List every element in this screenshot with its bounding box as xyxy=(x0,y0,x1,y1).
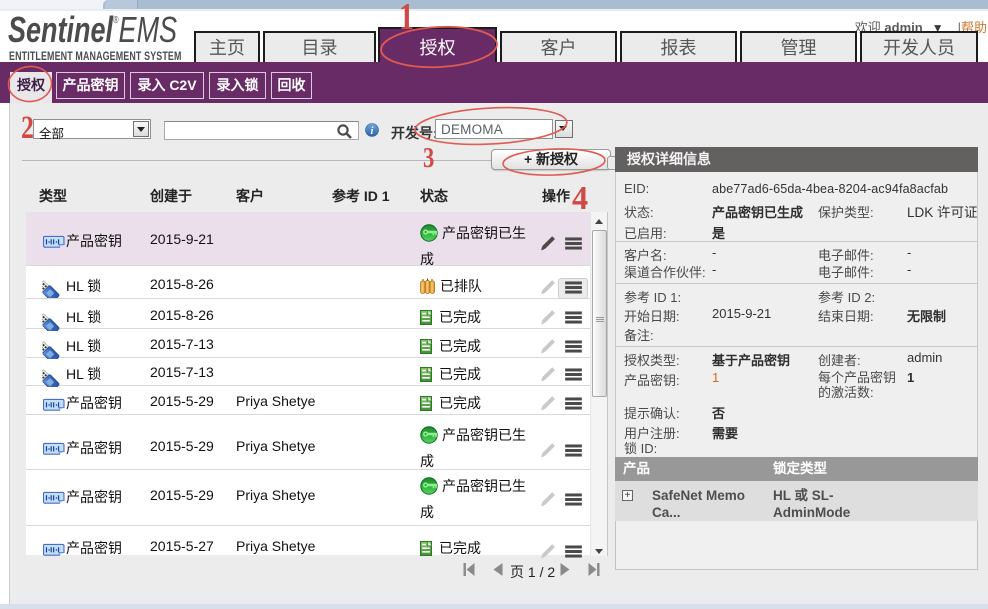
svg-text:i: i xyxy=(371,126,374,137)
